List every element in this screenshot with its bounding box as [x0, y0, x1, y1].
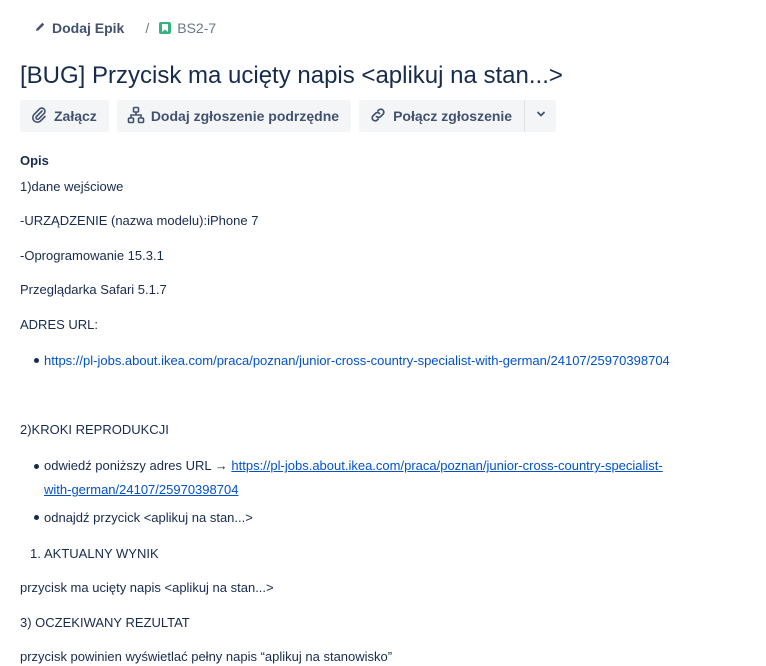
- attach-button-label: Załącz: [54, 108, 97, 124]
- actual-result-text: przycisk ma ucięty napis <aplikuj na sta…: [20, 580, 274, 595]
- expected-result-text: przycisk powinien wyświetlać pełny napis…: [20, 649, 393, 664]
- step-url-link[interactable]: https://pl-jobs.about.ikea.com/praca/poz…: [231, 458, 662, 473]
- issue-toolbar: Załącz Dodaj zgłoszenie podrzędne Połącz…: [20, 100, 557, 132]
- description-heading: Opis: [20, 153, 49, 168]
- breadcrumb-epic-label: Dodaj Epik: [52, 20, 125, 36]
- attach-button[interactable]: Załącz: [20, 100, 109, 132]
- steps-heading: 2)KROKI REPRODUKCJI: [20, 422, 169, 437]
- list-bullet: [34, 464, 39, 469]
- pencil-icon: [34, 20, 46, 36]
- step-url-link-continued[interactable]: with-german/24107/25970398704: [44, 481, 238, 499]
- add-child-issue-label: Dodaj zgłoszenie podrzędne: [150, 108, 340, 124]
- list-bullet: [34, 515, 39, 520]
- link-issue-group: Połącz zgłoszenie: [359, 100, 557, 132]
- story-icon: [159, 22, 172, 34]
- hierarchy-icon: [127, 106, 151, 127]
- link-issue-label: Połącz zgłoszenie: [393, 108, 513, 124]
- breadcrumb-epic[interactable]: Dodaj Epik: [34, 20, 124, 36]
- add-child-issue-button[interactable]: Dodaj zgłoszenie podrzędne: [116, 100, 352, 132]
- link-icon: [369, 106, 393, 127]
- list-bullet: [34, 358, 39, 363]
- breadcrumb: Dodaj Epik / BS2-7: [34, 18, 216, 38]
- step-text: odwiedź poniższy adres URL →: [44, 458, 232, 473]
- link-issue-button[interactable]: Połącz zgłoszenie: [359, 100, 525, 132]
- actual-result-heading: AKTUALNY WYNIK: [44, 546, 159, 561]
- more-actions-dropdown[interactable]: [524, 100, 557, 132]
- list-number: 1.: [30, 546, 41, 561]
- breadcrumb-separator: /: [145, 20, 150, 36]
- step-item: odwiedź poniższy adres URL → https://pl-…: [44, 457, 663, 475]
- description-line: ADRES URL:: [20, 317, 99, 332]
- step-item: odnajdź przycick <aplikuj na stan...>: [44, 510, 253, 525]
- url-link[interactable]: https://pl-jobs.about.ikea.com/praca/poz…: [44, 352, 670, 370]
- issue-title[interactable]: [BUG] Przycisk ma ucięty napis <aplikuj …: [20, 60, 563, 92]
- expected-result-heading: 3) OCZEKIWANY REZULTAT: [20, 615, 190, 630]
- paperclip-icon: [30, 106, 54, 127]
- description-line: -Oprogramowanie 15.3.1: [20, 248, 164, 263]
- description-line: 1)dane wejściowe: [20, 179, 124, 194]
- description-line: -URZĄDZENIE (nazwa modelu):iPhone 7: [20, 213, 259, 228]
- chevron-down-icon: [535, 107, 547, 125]
- breadcrumb-issue[interactable]: BS2-7: [159, 20, 216, 36]
- issue-key: BS2-7: [177, 20, 217, 36]
- description-line: Przeglądarka Safari 5.1.7: [20, 282, 167, 297]
